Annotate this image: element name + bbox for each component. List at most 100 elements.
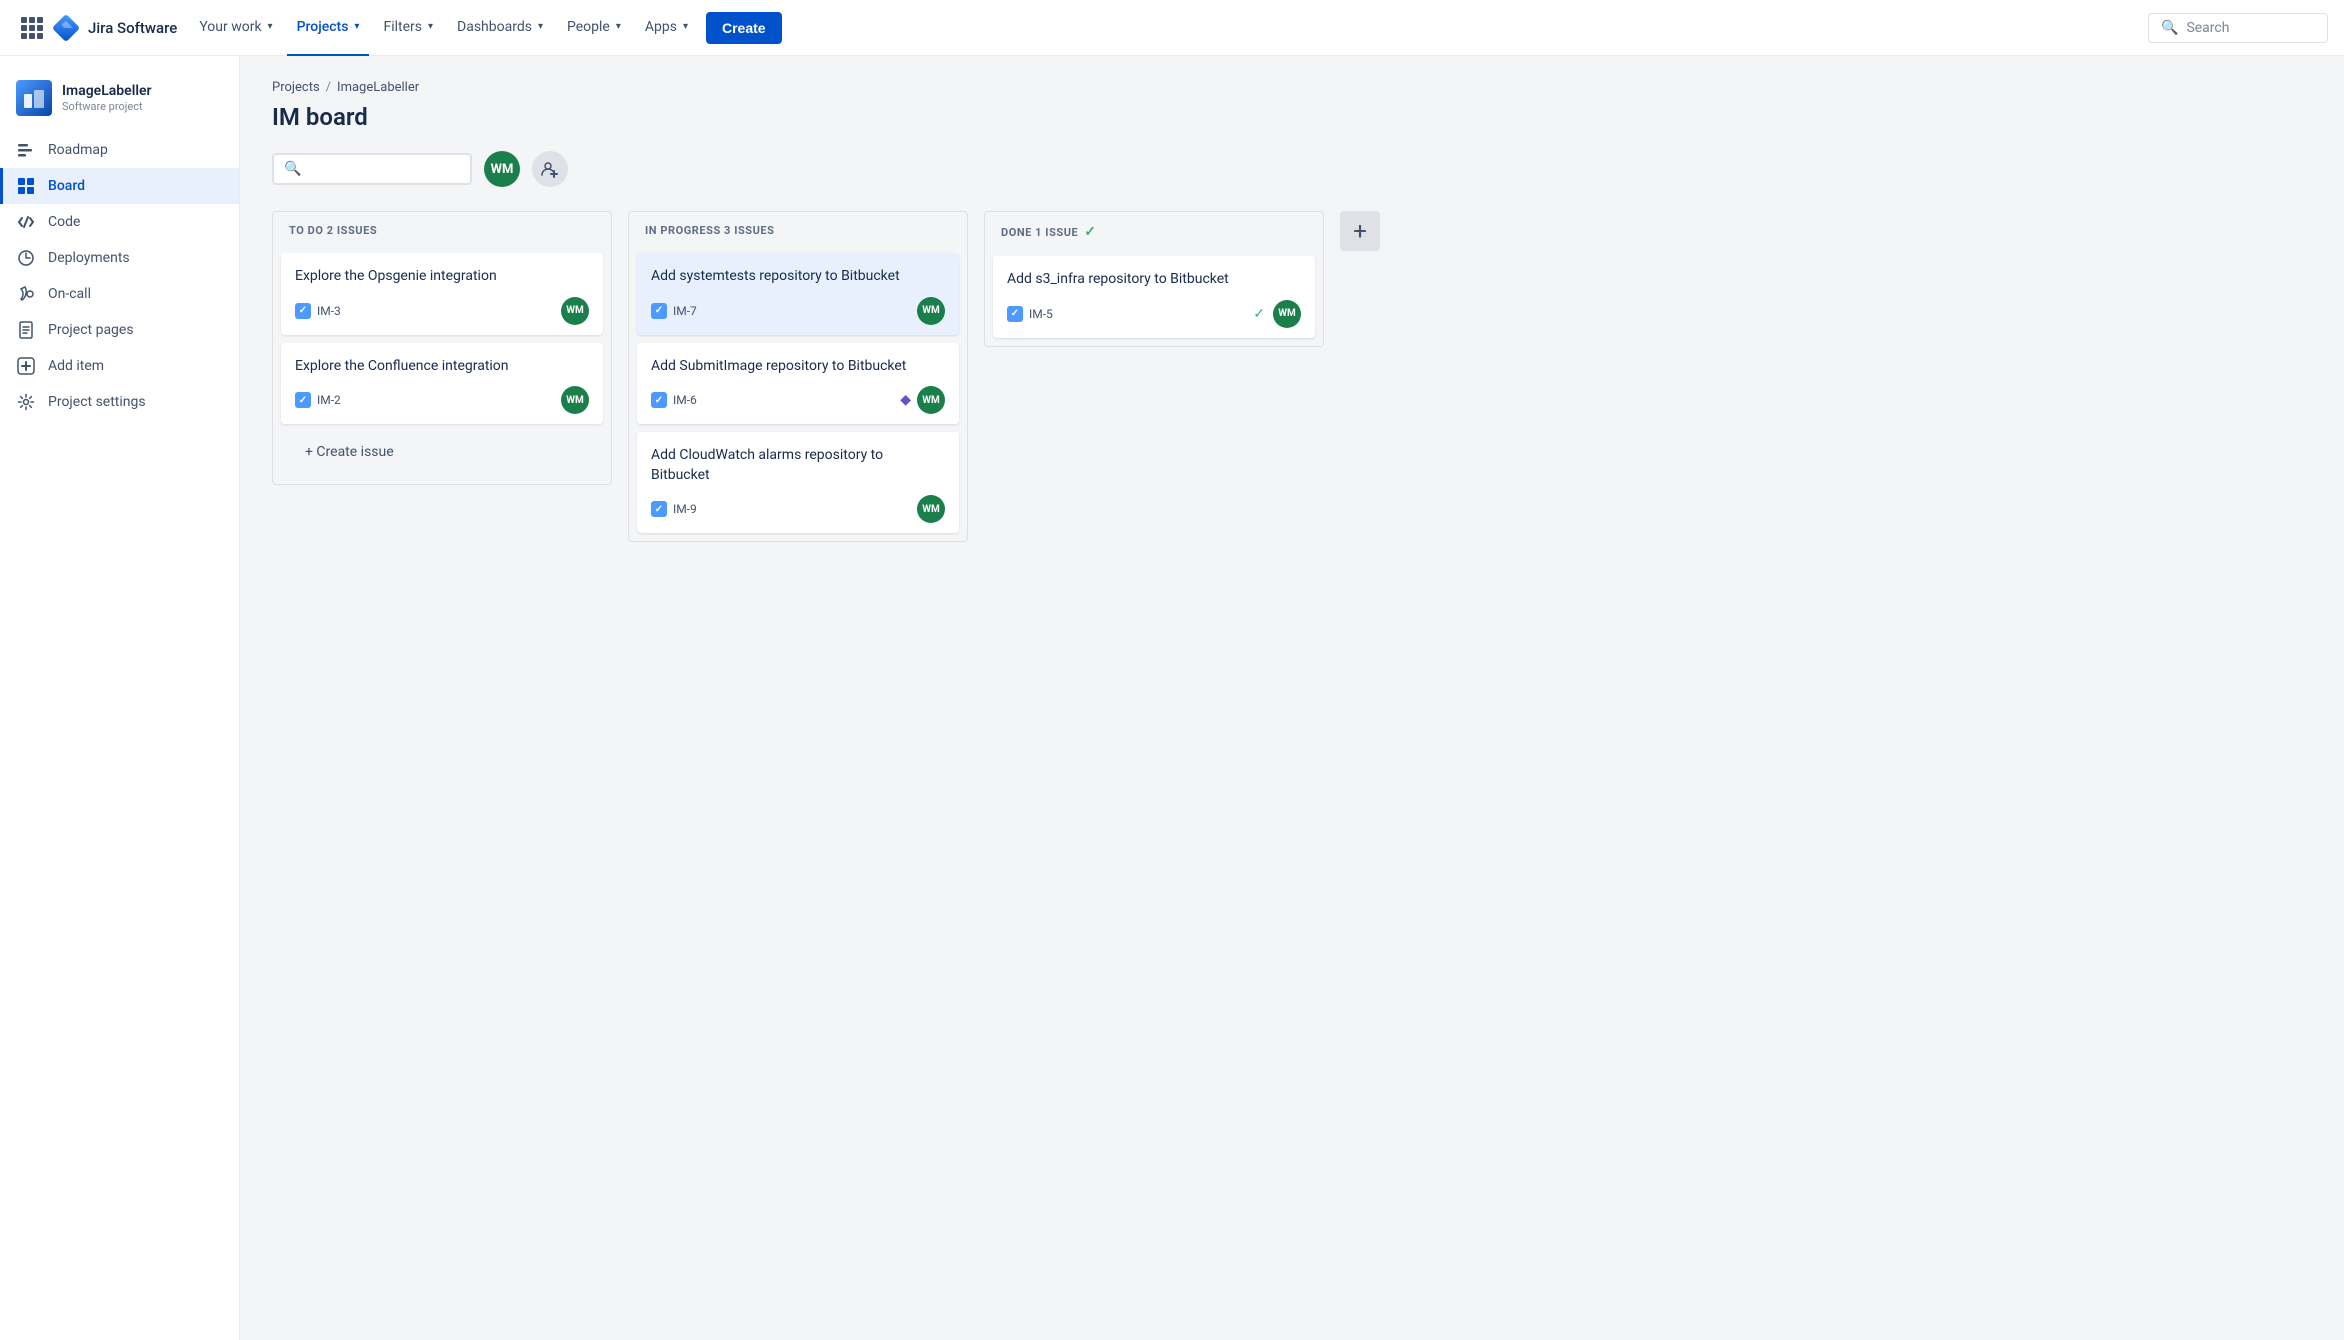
- jira-logo[interactable]: Jira Software: [52, 14, 177, 42]
- column-title: DONE 1 ISSUE: [1001, 226, 1078, 239]
- jira-diamond-icon: [52, 14, 80, 42]
- card-card-im3[interactable]: Explore the Opsgenie integration ✓ IM-3 …: [281, 253, 603, 335]
- nav-dashboards[interactable]: Dashboards ▾: [447, 0, 553, 56]
- sidebar: ImageLabeller Software project Roadmap B…: [0, 56, 240, 1340]
- chevron-down-icon: ▾: [538, 21, 543, 32]
- sidebar-item-deployments[interactable]: Deployments: [0, 240, 239, 276]
- sidebar-label-roadmap: Roadmap: [48, 142, 108, 158]
- sidebar-label-add-item: Add item: [48, 358, 104, 374]
- breadcrumb-projects[interactable]: Projects: [272, 80, 320, 95]
- sidebar-label-oncall: On-call: [48, 286, 91, 302]
- add-people-icon: [541, 160, 559, 178]
- column-title: TO DO 2 ISSUES: [289, 224, 377, 237]
- search-placeholder: Search: [2186, 20, 2229, 36]
- search-icon: 🔍: [2161, 20, 2178, 36]
- chevron-down-icon: ▾: [428, 21, 433, 32]
- column-body-done: Add s3_infra repository to Bitbucket ✓ I…: [985, 248, 1323, 346]
- card-card-im2[interactable]: Explore the Confluence integration ✓ IM-…: [281, 343, 603, 425]
- sidebar-label-project-pages: Project pages: [48, 322, 134, 338]
- card-assignee-avatar: WM: [1273, 300, 1301, 328]
- board-search-input[interactable]: [309, 161, 429, 177]
- breadcrumb-current: ImageLabeller: [337, 80, 419, 95]
- column-body-inprogress: Add systemtests repository to Bitbucket …: [629, 245, 967, 541]
- issue-type-icon: ✓: [651, 392, 667, 408]
- sidebar-label-deployments: Deployments: [48, 250, 130, 266]
- card-issue-key: IM-2: [317, 393, 341, 407]
- create-button[interactable]: Create: [706, 12, 782, 44]
- grid-icon: [21, 17, 43, 39]
- sidebar-label-code: Code: [48, 214, 80, 230]
- card-card-im6[interactable]: Add SubmitImage repository to Bitbucket …: [637, 343, 959, 425]
- card-issue-key: IM-7: [673, 304, 697, 318]
- card-footer: ✓ IM-5 ✓ WM: [1007, 300, 1301, 328]
- project-type: Software project: [62, 100, 152, 114]
- create-issue-button-todo[interactable]: + Create issue: [289, 436, 595, 468]
- project-name: ImageLabeller: [62, 82, 152, 100]
- column-inprogress: IN PROGRESS 3 ISSUES Add systemtests rep…: [628, 211, 968, 542]
- filter-bar: 🔍 WM: [272, 151, 2312, 187]
- card-title: Add s3_infra repository to Bitbucket: [1007, 270, 1301, 290]
- card-issue-key: IM-5: [1029, 307, 1053, 321]
- breadcrumb: Projects / ImageLabeller: [272, 80, 2312, 95]
- sidebar-item-project-pages[interactable]: Project pages: [0, 312, 239, 348]
- nav-your-work[interactable]: Your work ▾: [189, 0, 282, 56]
- issue-type-icon: ✓: [1007, 306, 1023, 322]
- sidebar-item-project-settings[interactable]: Project settings: [0, 384, 239, 420]
- deployments-icon: [16, 248, 36, 268]
- card-card-im9[interactable]: Add CloudWatch alarms repository to Bitb…: [637, 432, 959, 533]
- sidebar-item-add-item[interactable]: Add item: [0, 348, 239, 384]
- main-content: Projects / ImageLabeller IM board 🔍 WM T…: [240, 56, 2344, 1340]
- nav-filters[interactable]: Filters ▾: [373, 0, 443, 56]
- chevron-down-icon: ▾: [354, 21, 359, 32]
- nav-people[interactable]: People ▾: [557, 0, 631, 56]
- board: TO DO 2 ISSUES Explore the Opsgenie inte…: [272, 211, 2312, 811]
- card-title: Explore the Opsgenie integration: [295, 267, 589, 287]
- search-icon: 🔍: [284, 161, 301, 177]
- search-box[interactable]: 🔍 Search: [2148, 13, 2328, 43]
- add-column-button[interactable]: +: [1340, 211, 1380, 251]
- page-title: IM board: [272, 103, 2312, 131]
- board-search[interactable]: 🔍: [272, 153, 472, 185]
- card-issue-key: IM-6: [673, 393, 697, 407]
- chevron-down-icon: ▾: [683, 21, 688, 32]
- card-card-im5[interactable]: Add s3_infra repository to Bitbucket ✓ I…: [993, 256, 1315, 338]
- card-footer: ✓ IM-2 WM: [295, 386, 589, 414]
- sidebar-item-board[interactable]: Board: [0, 168, 239, 204]
- sidebar-label-project-settings: Project settings: [48, 394, 146, 410]
- issue-type-icon: ✓: [651, 303, 667, 319]
- column-header-inprogress: IN PROGRESS 3 ISSUES: [629, 212, 967, 245]
- card-assignee-avatar: WM: [561, 297, 589, 325]
- project-info: ImageLabeller Software project: [62, 82, 152, 114]
- oncall-icon: [16, 284, 36, 304]
- sidebar-item-oncall[interactable]: On-call: [0, 276, 239, 312]
- code-icon: [16, 212, 36, 232]
- sidebar-item-roadmap[interactable]: Roadmap: [0, 132, 239, 168]
- column-title: IN PROGRESS 3 ISSUES: [645, 224, 774, 237]
- card-title: Explore the Confluence integration: [295, 357, 589, 377]
- done-icon: ✓: [1253, 306, 1265, 322]
- chevron-down-icon: ▾: [616, 21, 621, 32]
- card-title: Add CloudWatch alarms repository to Bitb…: [651, 446, 945, 485]
- apps-grid-button[interactable]: [16, 12, 48, 44]
- nav-apps[interactable]: Apps ▾: [635, 0, 698, 56]
- assignee-avatar-wm[interactable]: WM: [484, 151, 520, 187]
- project-avatar: [16, 80, 52, 116]
- column-todo: TO DO 2 ISSUES Explore the Opsgenie inte…: [272, 211, 612, 485]
- card-card-im7[interactable]: Add systemtests repository to Bitbucket …: [637, 253, 959, 335]
- column-header-done: DONE 1 ISSUE✓: [985, 212, 1323, 248]
- issue-type-icon: ✓: [651, 501, 667, 517]
- card-footer: ✓ IM-6 ◆ WM: [651, 386, 945, 414]
- add-assignee-button[interactable]: [532, 151, 568, 187]
- card-issue-key: IM-3: [317, 304, 341, 318]
- sidebar-item-code[interactable]: Code: [0, 204, 239, 240]
- nav-projects[interactable]: Projects ▾: [287, 0, 370, 56]
- column-header-todo: TO DO 2 ISSUES: [273, 212, 611, 245]
- main-layout: ImageLabeller Software project Roadmap B…: [0, 0, 2344, 1340]
- add-item-icon: [16, 356, 36, 376]
- card-issue-key: IM-9: [673, 502, 697, 516]
- card-assignee-avatar: WM: [917, 297, 945, 325]
- column-body-todo: Explore the Opsgenie integration ✓ IM-3 …: [273, 245, 611, 484]
- sidebar-label-board: Board: [48, 178, 85, 194]
- pages-icon: [16, 320, 36, 340]
- settings-icon: [16, 392, 36, 412]
